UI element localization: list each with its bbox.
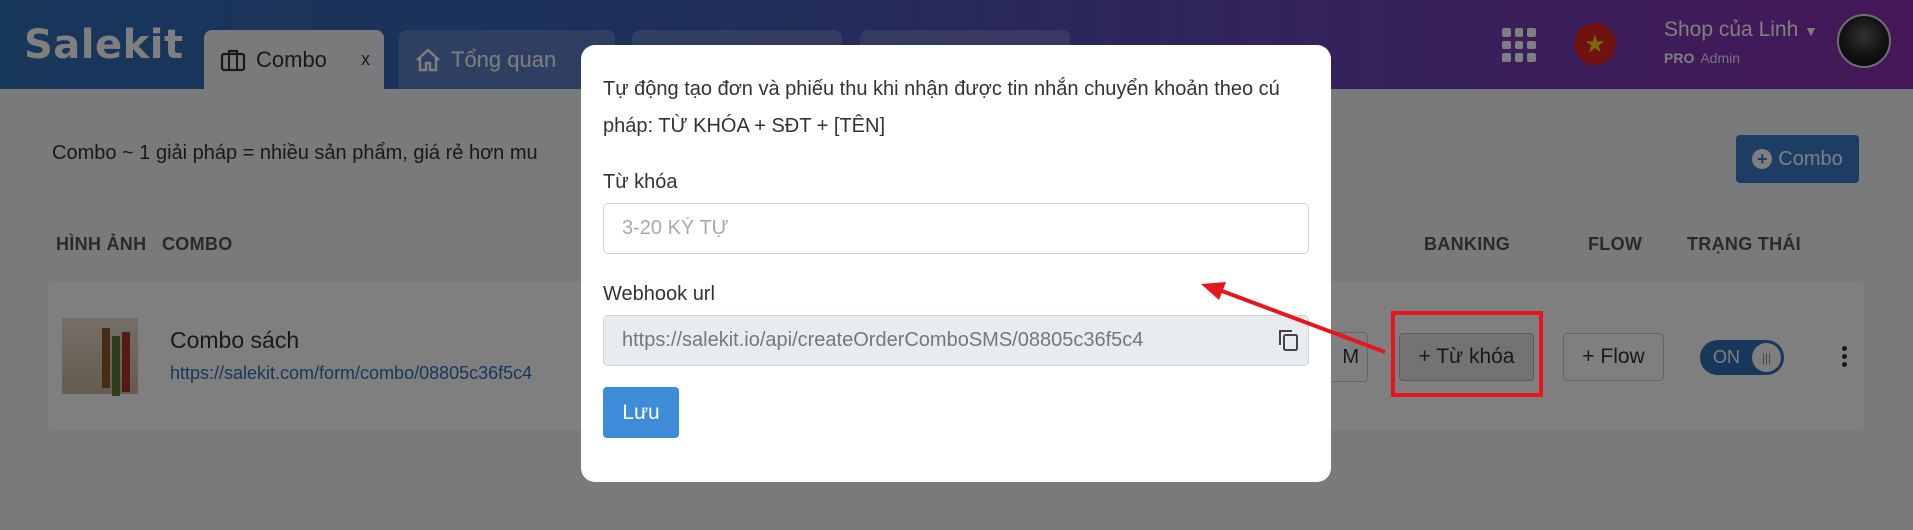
keyword-input[interactable] [603,203,1309,254]
modal-description: Tự động tạo đơn và phiếu thu khi nhận đư… [603,78,1280,137]
webhook-label: Webhook url [603,283,715,305]
keyword-label: Từ khóa [603,171,678,193]
keyword-modal: Tự động tạo đơn và phiếu thu khi nhận đư… [581,45,1331,482]
highlight-box [1391,311,1543,397]
save-button[interactable]: Lưu [603,387,679,438]
copy-icon[interactable] [1277,328,1299,352]
webhook-url-field[interactable] [603,315,1309,366]
